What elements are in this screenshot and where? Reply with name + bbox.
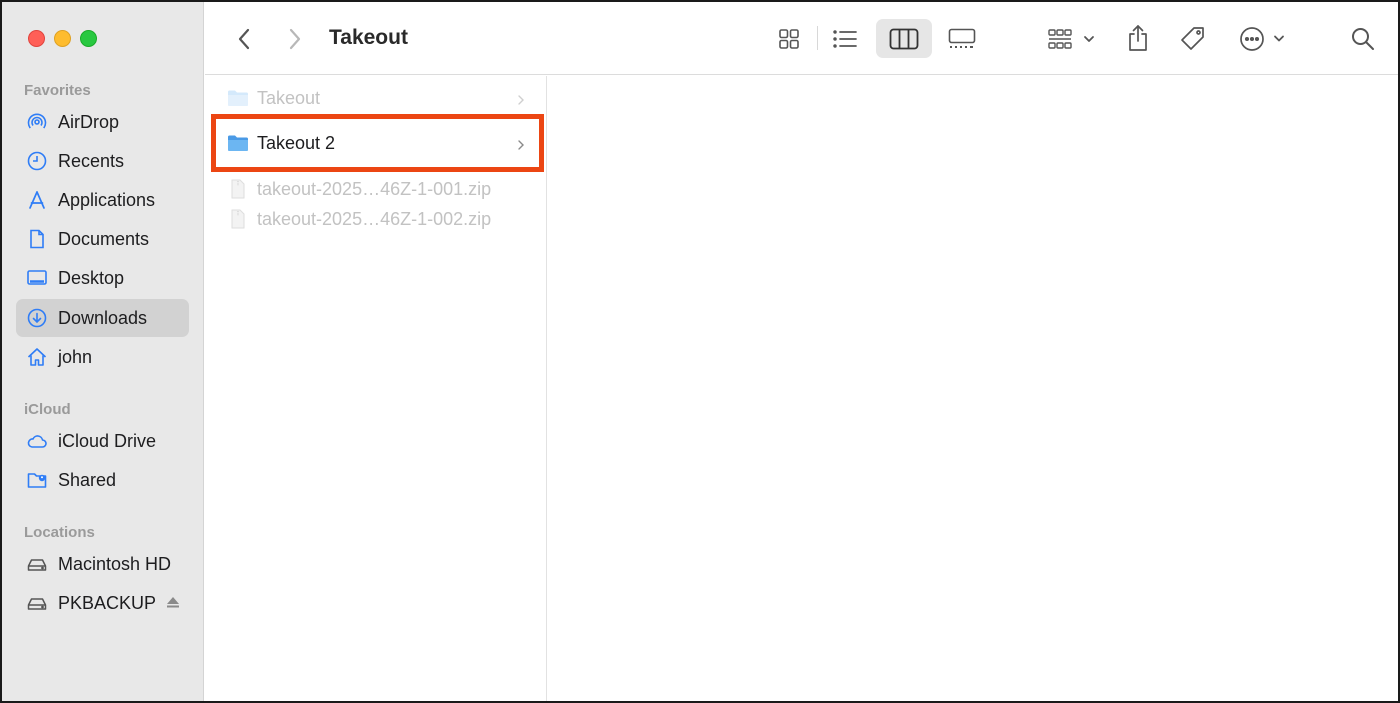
forward-button[interactable] <box>280 24 310 54</box>
home-icon <box>26 346 48 368</box>
column-view-button[interactable] <box>876 19 932 58</box>
toolbar-divider <box>817 26 818 50</box>
eject-icon[interactable] <box>165 594 181 610</box>
search-button[interactable] <box>1346 22 1380 56</box>
sidebar-item-downloads[interactable]: Downloads <box>16 299 189 337</box>
gallery-view-icon <box>948 28 976 50</box>
list-item-label: Takeout <box>257 87 321 108</box>
sidebar-item-label: Documents <box>58 228 150 249</box>
document-icon <box>26 228 48 250</box>
disk-icon <box>26 592 48 614</box>
gallery-view-button[interactable] <box>942 22 982 56</box>
browser-column-1: Takeout Takeout 2 takeout-2025…46Z-1-001… <box>205 76 547 701</box>
group-icon <box>1047 28 1095 50</box>
desktop-icon <box>26 267 48 289</box>
share-icon <box>1127 24 1149 52</box>
tag-button[interactable] <box>1175 21 1211 57</box>
disk-icon <box>26 553 48 575</box>
sidebar-item-airdrop[interactable]: AirDrop <box>16 103 189 141</box>
clock-icon <box>26 150 48 172</box>
back-icon <box>236 27 252 51</box>
list-item-folder[interactable]: Takeout <box>205 83 547 113</box>
icon-view-button[interactable] <box>771 22 807 56</box>
download-icon <box>26 307 48 329</box>
list-item-label: Takeout 2 <box>257 132 336 153</box>
forward-icon <box>287 27 303 51</box>
sidebar-item-label: Macintosh HD <box>58 553 172 574</box>
sidebar-item-label: Recents <box>58 150 125 171</box>
sidebar-item-label: john <box>58 346 93 367</box>
share-button[interactable] <box>1121 20 1155 56</box>
sidebar: Favorites AirDrop Recents Applications D… <box>2 2 204 701</box>
shared-folder-icon <box>26 469 48 491</box>
group-button[interactable] <box>1043 22 1099 56</box>
sidebar-item-label: Downloads <box>58 307 148 328</box>
list-view-icon <box>832 28 858 50</box>
list-view-button[interactable] <box>827 22 863 56</box>
back-button[interactable] <box>229 24 259 54</box>
more-icon <box>1239 26 1287 52</box>
sidebar-item-macintosh-hd[interactable]: Macintosh HD <box>16 545 189 583</box>
sidebar-item-applications[interactable]: Applications <box>16 181 189 219</box>
chevron-right-icon <box>517 136 525 150</box>
list-item-file[interactable]: takeout-2025…46Z-1-001.zip <box>205 174 547 204</box>
sidebar-item-label: Desktop <box>58 267 125 288</box>
close-window-button[interactable] <box>28 30 45 47</box>
zip-file-icon <box>227 179 249 199</box>
sidebar-item-pkbackup[interactable]: PKBACKUP <box>16 584 189 622</box>
sidebar-item-label: iCloud Drive <box>58 430 157 451</box>
sidebar-item-label: Shared <box>58 469 117 490</box>
sidebar-item-documents[interactable]: Documents <box>16 220 189 258</box>
folder-icon <box>227 133 249 153</box>
airdrop-icon <box>26 111 48 133</box>
chevron-right-icon <box>517 91 525 105</box>
sidebar-item-label: AirDrop <box>58 111 120 132</box>
tag-icon <box>1179 25 1207 53</box>
sidebar-item-home[interactable]: john <box>16 338 189 376</box>
sidebar-item-shared[interactable]: Shared <box>16 461 189 499</box>
zip-file-icon <box>227 209 249 229</box>
window-title: Takeout <box>329 26 408 49</box>
window-controls <box>28 30 97 47</box>
sidebar-item-desktop[interactable]: Desktop <box>16 259 189 297</box>
sidebar-item-label: Applications <box>58 189 156 210</box>
sidebar-section-favorites: Favorites <box>24 82 91 99</box>
sidebar-item-label: PKBACKUP <box>58 592 157 613</box>
cloud-icon <box>26 430 48 452</box>
sidebar-section-icloud: iCloud <box>24 401 71 418</box>
more-actions-button[interactable] <box>1235 22 1291 56</box>
list-item-label: takeout-2025…46Z-1-002.zip <box>257 208 492 229</box>
sidebar-item-recents[interactable]: Recents <box>16 142 189 180</box>
search-icon <box>1350 26 1376 52</box>
list-item-label: takeout-2025…46Z-1-001.zip <box>257 178 492 199</box>
zoom-window-button[interactable] <box>80 30 97 47</box>
finder-window: Favorites AirDrop Recents Applications D… <box>0 0 1400 703</box>
column-view-icon <box>889 28 919 50</box>
icon-view-icon <box>777 27 801 51</box>
list-item-folder-selected[interactable]: Takeout 2 <box>205 128 547 158</box>
sidebar-item-icloud-drive[interactable]: iCloud Drive <box>16 422 189 460</box>
sidebar-section-locations: Locations <box>24 524 95 541</box>
minimize-window-button[interactable] <box>54 30 71 47</box>
toolbar: Takeout <box>205 2 1398 75</box>
list-item-file[interactable]: takeout-2025…46Z-1-002.zip <box>205 204 547 234</box>
folder-icon <box>227 88 249 108</box>
applications-icon <box>26 189 48 211</box>
browser-column-2 <box>548 76 1398 701</box>
